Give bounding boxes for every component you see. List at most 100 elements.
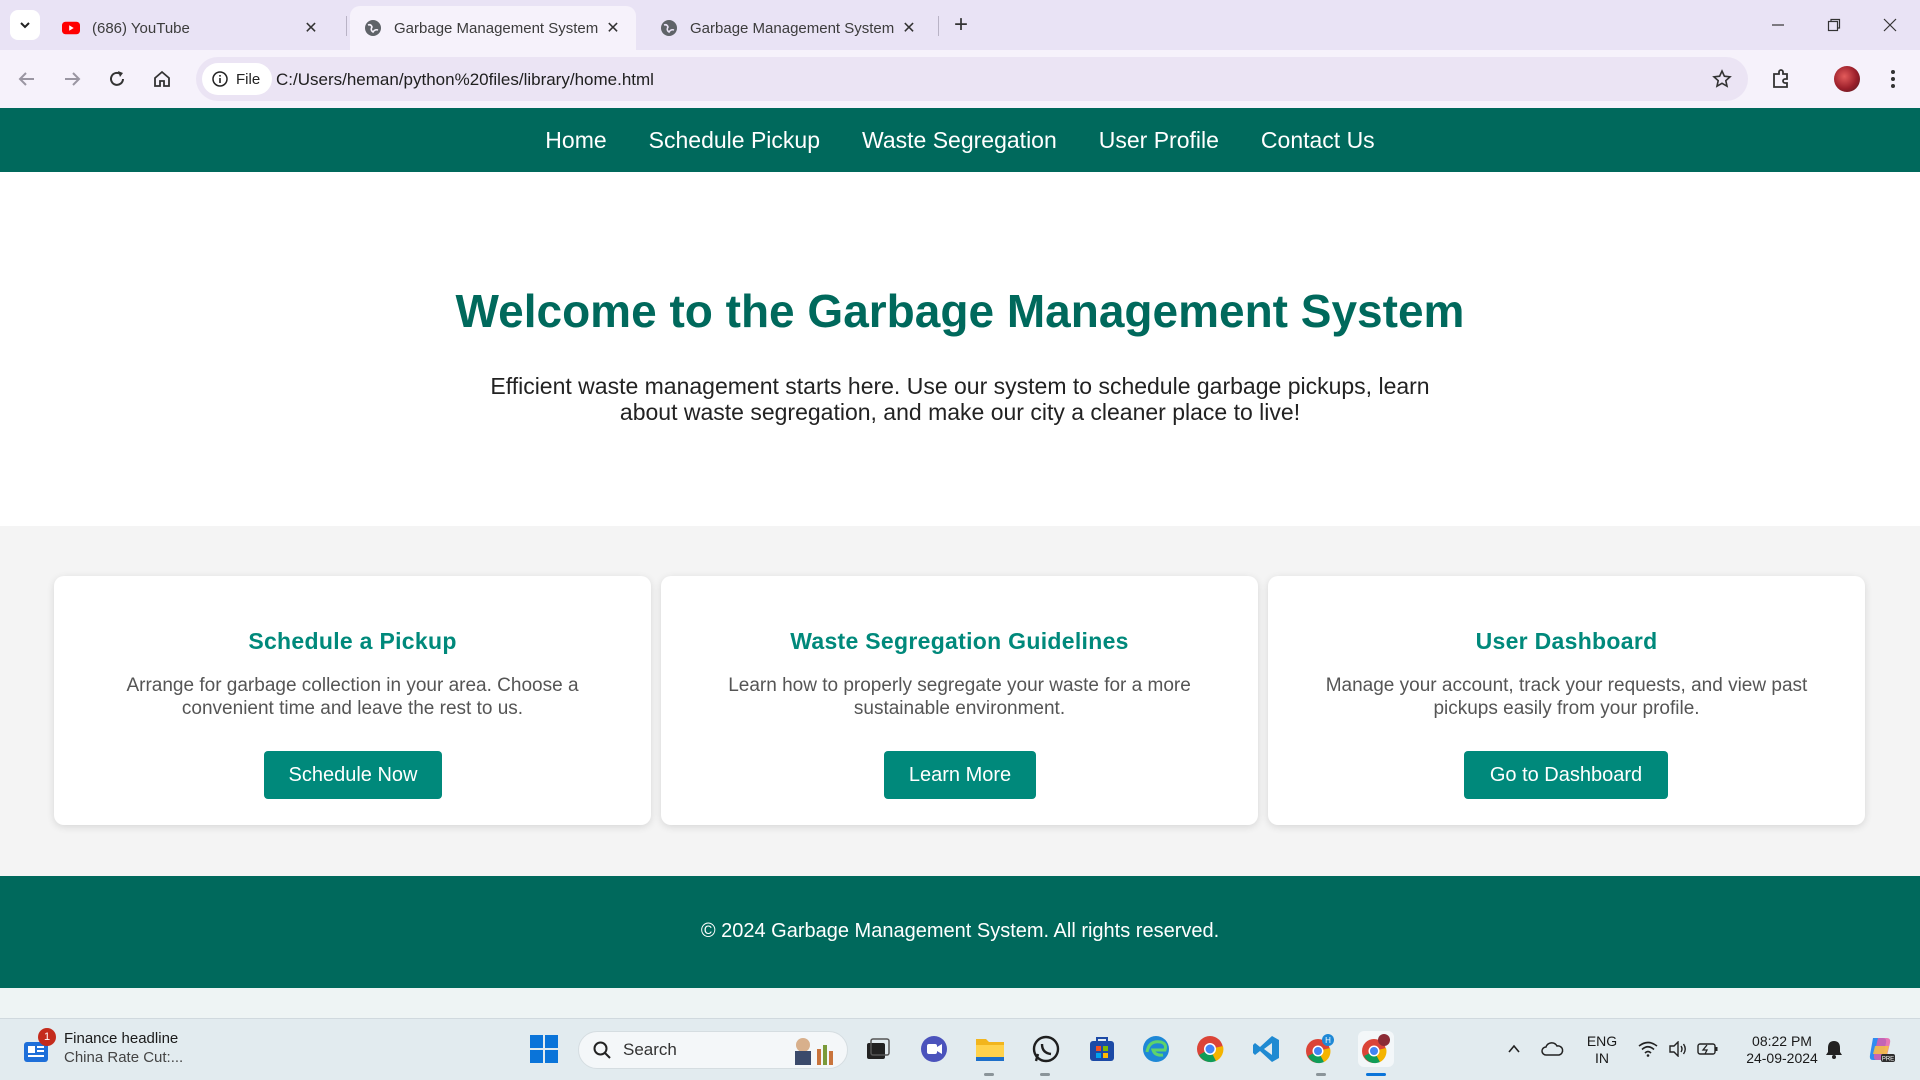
avatar <box>1834 66 1860 92</box>
speaker-icon <box>1669 1041 1686 1057</box>
cloud-icon <box>1541 1042 1564 1056</box>
restore-icon <box>1827 18 1841 32</box>
globe-icon <box>660 19 678 37</box>
copilot-icon: PRE <box>1869 1038 1895 1063</box>
running-indicator <box>1316 1073 1326 1076</box>
nav-link-home[interactable]: Home <box>524 127 627 154</box>
copilot-button[interactable]: PRE <box>1862 1031 1898 1067</box>
taskbar-app-vscode[interactable] <box>1248 1031 1284 1067</box>
show-hidden-icons-button[interactable] <box>1496 1031 1532 1067</box>
bookmark-star-button[interactable] <box>1710 67 1734 91</box>
close-window-button[interactable] <box>1870 10 1910 40</box>
features-section: Schedule a Pickup Arrange for garbage co… <box>0 526 1920 876</box>
browser-menu-button[interactable] <box>1876 62 1910 96</box>
taskbar-app-edge[interactable] <box>1138 1031 1174 1067</box>
close-tab-icon[interactable]: ✕ <box>898 17 920 39</box>
card-description: Learn how to properly segregate your was… <box>728 675 1191 719</box>
star-icon <box>1712 69 1732 88</box>
arrow-left-icon <box>18 72 34 86</box>
page-bottom-space <box>0 988 1920 1018</box>
folder-icon <box>976 1039 1004 1061</box>
extensions-button[interactable] <box>1764 62 1798 96</box>
taskbar-app-chrome-active[interactable] <box>1358 1031 1394 1067</box>
site-info-chip[interactable]: File <box>202 63 273 95</box>
taskbar-app-chrome-profile-h[interactable]: H <box>1302 1031 1338 1067</box>
hero-section: Welcome to the Garbage Management System… <box>0 172 1920 526</box>
minimize-button[interactable] <box>1758 10 1798 40</box>
youtube-icon <box>62 19 80 37</box>
card-title: Waste Segregation Guidelines <box>790 628 1129 654</box>
tab-title: Garbage Management System - <box>690 19 898 37</box>
back-button[interactable] <box>10 62 44 96</box>
tab-title: (686) YouTube <box>92 19 190 37</box>
language-indicator[interactable]: ENG IN <box>1582 1033 1622 1067</box>
go-to-dashboard-button[interactable]: Go to Dashboard <box>1464 751 1668 799</box>
chrome-icon: H <box>1306 1034 1334 1064</box>
clock-time: 08:22 PM <box>1752 1033 1812 1049</box>
running-indicator <box>984 1073 994 1076</box>
site-navigation: Home Schedule Pickup Waste Segregation U… <box>0 108 1920 172</box>
notification-badge: 1 <box>38 1028 56 1046</box>
feature-card-waste-segregation: Waste Segregation Guidelines Learn how t… <box>661 576 1258 825</box>
onedrive-button[interactable] <box>1534 1031 1570 1067</box>
taskbar-app-store[interactable] <box>1084 1031 1120 1067</box>
copyright-text: © 2024 Garbage Management System. All ri… <box>700 920 1220 942</box>
taskbar-app-file-explorer[interactable] <box>972 1031 1008 1067</box>
home-button[interactable] <box>145 62 179 96</box>
region-code: IN <box>1595 1050 1609 1066</box>
profile-button[interactable] <box>1830 62 1864 96</box>
close-icon <box>1883 18 1897 32</box>
arrow-right-icon <box>65 72 81 86</box>
teams-chat-icon <box>921 1036 947 1062</box>
language-code: ENG <box>1586 1033 1618 1049</box>
chrome-icon <box>1362 1034 1390 1064</box>
tab-search-button[interactable] <box>10 10 40 40</box>
nav-link-schedule-pickup[interactable]: Schedule Pickup <box>628 127 841 154</box>
nav-link-waste-segregation[interactable]: Waste Segregation <box>841 127 1078 154</box>
news-widget-icon: 1 <box>20 1028 56 1066</box>
chevron-down-icon <box>20 22 30 29</box>
vscode-icon <box>1253 1036 1279 1062</box>
clock[interactable]: 08:22 PM 24-09-2024 <box>1736 1033 1828 1067</box>
news-widget[interactable]: 1 Finance headline China Rate Cut:... <box>20 1028 183 1067</box>
tab-youtube[interactable]: (686) YouTube ✕ <box>48 6 334 50</box>
schedule-now-button[interactable]: Schedule Now <box>264 751 442 799</box>
new-tab-button[interactable]: + <box>948 11 974 38</box>
nav-link-contact-us[interactable]: Contact Us <box>1240 127 1396 154</box>
windows-logo-icon <box>530 1035 558 1063</box>
tab-garbage-management-active[interactable]: Garbage Management System - ✕ <box>350 6 636 50</box>
card-title: Schedule a Pickup <box>248 628 457 654</box>
taskbar-app-whatsapp[interactable] <box>1028 1031 1064 1067</box>
reload-button[interactable] <box>100 62 134 96</box>
minimize-icon <box>1772 24 1784 26</box>
tab-divider <box>346 16 347 36</box>
tab-garbage-management[interactable]: Garbage Management System - ✕ <box>646 6 932 50</box>
nav-link-user-profile[interactable]: User Profile <box>1078 127 1240 154</box>
close-tab-icon[interactable]: ✕ <box>602 17 624 39</box>
close-tab-icon[interactable]: ✕ <box>300 17 322 39</box>
taskbar-search-box[interactable]: Search <box>578 1031 848 1069</box>
chrome-icon <box>1197 1036 1224 1063</box>
taskbar-app-chrome[interactable] <box>1192 1031 1228 1067</box>
whatsapp-icon <box>1032 1035 1060 1063</box>
card-title: User Dashboard <box>1475 628 1658 654</box>
tab-title: Garbage Management System - <box>394 19 602 37</box>
feature-card-user-dashboard: User Dashboard Manage your account, trac… <box>1268 576 1865 825</box>
learn-more-button[interactable]: Learn More <box>884 751 1036 799</box>
windows-taskbar: 1 Finance headline China Rate Cut:... Se… <box>0 1018 1920 1080</box>
forward-button[interactable] <box>55 62 89 96</box>
start-button[interactable] <box>526 1031 562 1067</box>
svg-text:H: H <box>1325 1036 1331 1045</box>
browser-toolbar: File C:/Users/heman/python%20files/libra… <box>0 50 1920 108</box>
search-placeholder: Search <box>623 1040 677 1059</box>
taskbar-app-teams[interactable] <box>916 1031 952 1067</box>
url-text[interactable]: C:/Users/heman/python%20files/library/ho… <box>276 70 654 90</box>
task-view-button[interactable] <box>860 1031 896 1067</box>
card-description: Manage your account, track your requests… <box>1325 675 1808 719</box>
clock-date: 24-09-2024 <box>1746 1050 1818 1066</box>
address-bar[interactable]: File C:/Users/heman/python%20files/libra… <box>196 57 1748 101</box>
battery-status[interactable] <box>1690 1031 1726 1067</box>
more-vertical-icon <box>1891 70 1895 88</box>
notifications-button[interactable] <box>1816 1031 1852 1067</box>
restore-button[interactable] <box>1814 10 1854 40</box>
